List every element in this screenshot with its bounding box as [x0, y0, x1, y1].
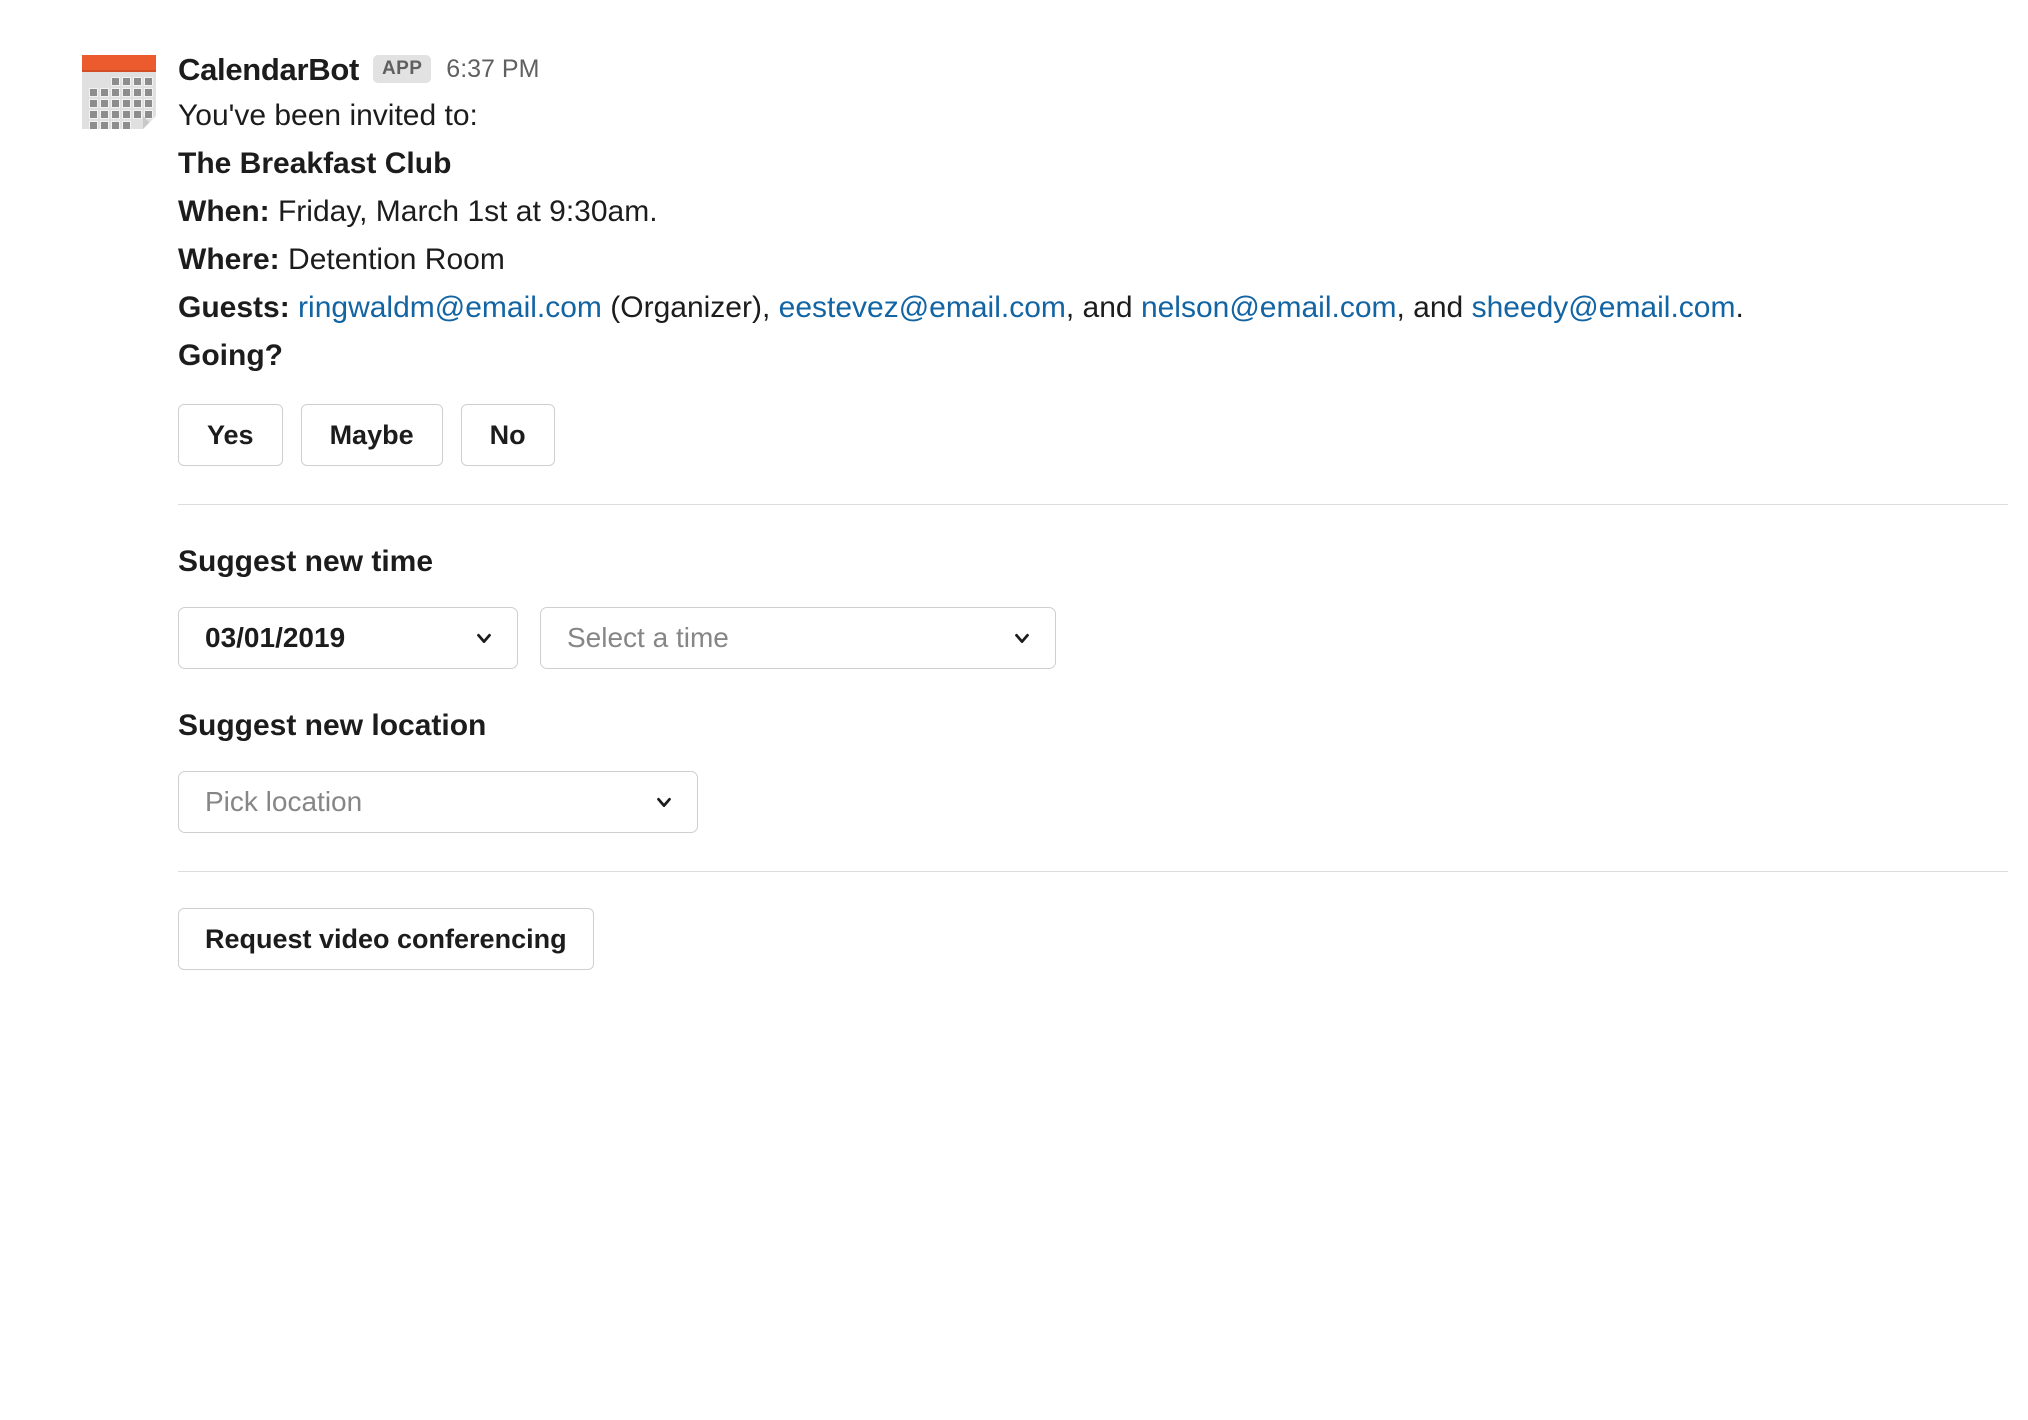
- going-label-text: Going?: [178, 339, 283, 372]
- chevron-down-icon: [473, 627, 495, 649]
- divider-bottom: [178, 871, 2008, 872]
- date-select-value: 03/01/2019: [205, 622, 345, 654]
- guest-suffix: (Organizer),: [602, 291, 779, 324]
- guest-suffix: .: [1735, 291, 1743, 324]
- guest-suffix: , and: [1397, 291, 1472, 324]
- rsvp-maybe-button[interactable]: Maybe: [301, 404, 443, 466]
- calendar-icon-header-bar: [82, 55, 156, 72]
- sender-name[interactable]: CalendarBot: [178, 54, 359, 85]
- avatar[interactable]: [82, 55, 156, 129]
- suggest-time-heading: Suggest new time: [178, 545, 2018, 579]
- calendar-icon-grid: [89, 77, 151, 129]
- video-button-row: Request video conferencing: [178, 908, 2018, 970]
- event-when-line: When: Friday, March 1st at 9:30am.: [178, 188, 1878, 236]
- guest-email-link[interactable]: ringwaldm@email.com: [298, 291, 602, 324]
- guest-email-link[interactable]: sheedy@email.com: [1472, 291, 1736, 324]
- when-value: Friday, March 1st at 9:30am.: [270, 195, 658, 228]
- time-select-placeholder: Select a time: [567, 622, 729, 654]
- chevron-down-icon: [1011, 627, 1033, 649]
- date-select[interactable]: 03/01/2019: [178, 607, 518, 669]
- calendar-icon-fold: [143, 116, 156, 129]
- message-text: You've been invited to: The Breakfast Cl…: [178, 92, 1878, 380]
- guest-suffix: , and: [1066, 291, 1141, 324]
- time-select[interactable]: Select a time: [540, 607, 1056, 669]
- message-timestamp[interactable]: 6:37 PM: [446, 57, 539, 82]
- request-video-conferencing-button[interactable]: Request video conferencing: [178, 908, 594, 970]
- app-badge: APP: [373, 55, 431, 83]
- guest-email-link[interactable]: eestevez@email.com: [779, 291, 1066, 324]
- rsvp-no-button[interactable]: No: [461, 404, 555, 466]
- suggest-location-controls: Pick location: [178, 771, 2018, 833]
- suggest-location-heading: Suggest new location: [178, 709, 2018, 743]
- calendar-icon: [82, 55, 156, 129]
- going-label: Going?: [178, 332, 1878, 380]
- suggest-time-controls: 03/01/2019 Select a time: [178, 607, 2018, 669]
- message-body: CalendarBot APP 6:37 PM You've been invi…: [178, 48, 2018, 970]
- rsvp-yes-button[interactable]: Yes: [178, 404, 283, 466]
- message-header: CalendarBot APP 6:37 PM: [178, 48, 2018, 90]
- rsvp-button-row: Yes Maybe No: [178, 404, 2018, 466]
- divider-top: [178, 504, 2008, 505]
- chevron-down-icon: [653, 791, 675, 813]
- where-label: Where:: [178, 243, 280, 276]
- location-select-placeholder: Pick location: [205, 786, 362, 818]
- where-value: Detention Room: [280, 243, 505, 276]
- event-guests-line: Guests: ringwaldm@email.com (Organizer),…: [178, 284, 1878, 332]
- guests-label: Guests:: [178, 291, 290, 324]
- location-select[interactable]: Pick location: [178, 771, 698, 833]
- event-where-line: Where: Detention Room: [178, 236, 1878, 284]
- when-label: When:: [178, 195, 270, 228]
- event-title-line: The Breakfast Club: [178, 140, 1878, 188]
- invite-intro-line: You've been invited to:: [178, 92, 1878, 140]
- guest-email-link[interactable]: nelson@email.com: [1141, 291, 1397, 324]
- event-title-text: The Breakfast Club: [178, 147, 451, 180]
- invite-intro-text: You've been invited to:: [178, 99, 478, 132]
